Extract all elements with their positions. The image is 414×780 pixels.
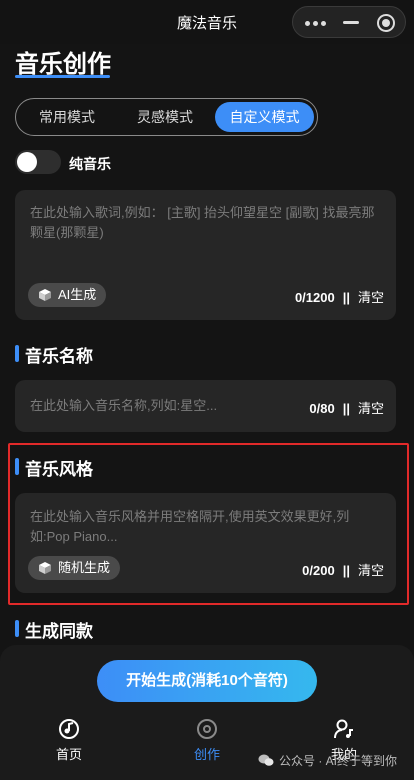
nav-item-home[interactable]: 首页: [39, 718, 99, 763]
lyrics-placeholder: 在此处输入歌词,例如： [主歌] 抬头仰望星空 [副歌] 找最亮那颗星(那颗星): [30, 205, 375, 240]
top-bar: 魔法音乐: [0, 0, 414, 44]
watermark-text: 公众号 · AI终于等到你: [279, 754, 398, 768]
lyrics-counter: 0/1200 || 清空: [295, 287, 384, 306]
music-disc-icon: [59, 719, 79, 739]
tab-inspiration-mode[interactable]: 灵感模式: [117, 102, 213, 132]
same-style-title: 生成同款: [15, 617, 93, 642]
random-generate-label: 随机生成: [58, 560, 111, 575]
cube-icon: [39, 562, 51, 574]
page-title: 音乐创作: [15, 51, 111, 78]
music-style-title: 音乐风格: [15, 455, 93, 480]
lyrics-clear-button[interactable]: 清空: [358, 290, 384, 305]
random-generate-button[interactable]: 随机生成: [28, 556, 121, 580]
music-name-title: 音乐名称: [15, 342, 93, 367]
pure-music-label: 纯音乐: [69, 156, 111, 172]
more-icon[interactable]: [305, 21, 327, 26]
music-style-count: 0/200: [302, 563, 335, 578]
nav-label-create: 创作: [193, 747, 220, 762]
music-style-separator: ||: [342, 563, 350, 578]
mode-switch: 常用模式 灵感模式 自定义模式: [15, 98, 318, 136]
music-name-input[interactable]: 在此处输入音乐名称,列如:星空... 0/80 || 清空: [15, 380, 396, 432]
minimize-icon[interactable]: [343, 21, 359, 24]
vinyl-icon: [197, 719, 217, 739]
music-name-clear-button[interactable]: 清空: [358, 401, 384, 416]
title-underline: [15, 75, 110, 78]
lyrics-input[interactable]: 在此处输入歌词,例如： [主歌] 抬头仰望星空 [副歌] 找最亮那颗星(那颗星)…: [15, 190, 396, 320]
tab-common-mode[interactable]: 常用模式: [19, 102, 115, 132]
ai-generate-button[interactable]: AI生成: [28, 283, 107, 307]
nav-label-home: 首页: [55, 747, 82, 762]
music-style-clear-button[interactable]: 清空: [358, 563, 384, 578]
watermark: 公众号 · AI终于等到你: [258, 752, 397, 769]
start-generate-button[interactable]: 开始生成(消耗10个音符): [97, 660, 317, 702]
music-name-counter: 0/80 || 清空: [309, 398, 384, 417]
user-music-icon: [334, 719, 353, 739]
music-name-separator: ||: [342, 401, 350, 416]
music-name-count: 0/80: [309, 401, 335, 416]
cube-icon: [39, 289, 51, 301]
mini-program-capsule: [292, 6, 406, 38]
ai-generate-label: AI生成: [58, 287, 97, 302]
lyrics-separator: ||: [342, 290, 350, 305]
tab-custom-mode[interactable]: 自定义模式: [215, 102, 314, 132]
lyrics-count: 0/1200: [294, 290, 335, 305]
music-style-placeholder: 在此处输入音乐风格并用空格隔开,使用英文效果更好,列如:Pop Piano...: [30, 509, 350, 544]
nav-item-create[interactable]: 创作: [177, 718, 237, 763]
wechat-icon: [258, 754, 274, 766]
close-target-icon[interactable]: [377, 14, 395, 32]
music-name-placeholder: 在此处输入音乐名称,列如:星空...: [30, 398, 218, 413]
music-style-input[interactable]: 在此处输入音乐风格并用空格隔开,使用英文效果更好,列如:Pop Piano...…: [15, 493, 396, 593]
toggle-knob: [17, 152, 37, 172]
pure-music-toggle[interactable]: [15, 150, 61, 174]
music-style-counter: 0/200 || 清空: [302, 560, 384, 579]
